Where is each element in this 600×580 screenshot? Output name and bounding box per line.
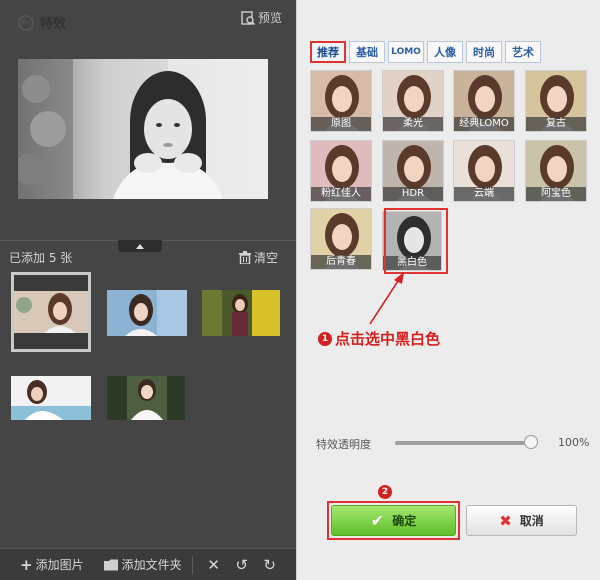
thumbnail-selected[interactable] [11,272,91,352]
effect-label: 复古 [526,117,586,131]
effect-label: 粉红佳人 [311,187,371,201]
opacity-value: 100% [558,436,590,449]
thumbnail[interactable] [107,290,187,336]
tab-portrait[interactable]: 人像 [427,41,463,63]
chevron-up-icon [136,243,144,249]
step-number-badge: 1 [318,331,332,346]
image-list-panel: 预览 已添加 5 张 清空 + 添加图片 添加文件夹 ✕ ↺ ↻ [0,0,296,580]
confirm-label: 确定 [392,514,417,528]
effect-label: 云端 [454,187,514,201]
annotation-arrow [369,272,404,325]
plus-icon: + [20,555,33,574]
preview-icon [241,10,255,25]
effect-thumbnail[interactable]: 云端 [453,140,515,202]
effect-thumbnail[interactable]: 经典LOMO [453,70,515,132]
opacity-slider[interactable] [395,435,538,449]
separator [191,555,193,574]
delete-icon[interactable]: ✕ [203,556,225,574]
bottom-toolbar: + 添加图片 添加文件夹 ✕ ↺ ↻ [0,548,296,580]
step-number-badge: 2 [378,485,392,499]
effect-label: HDR [383,187,443,201]
effect-label: 柔光 [383,117,443,131]
cancel-label: 取消 [519,514,544,528]
close-icon: ✖ [499,511,512,530]
preview-image [18,59,268,199]
preview-button[interactable]: 预览 [241,9,282,26]
effect-label: 原图 [311,117,371,131]
effect-category-tabs: 推荐 基础 LOMO 人像 时尚 艺术 [310,41,541,63]
tab-recommended[interactable]: 推荐 [310,41,346,63]
add-folder-label: 添加文件夹 [121,558,182,572]
checkmark-icon: ✔ [370,511,385,530]
effect-thumbnail[interactable]: 阿宝色 [525,140,587,202]
back-button[interactable]: ← 特效 [18,13,66,32]
trash-icon [238,251,251,264]
annotation-step-1: 1 点击选中黑白色 [318,328,440,349]
effect-label: 阿宝色 [526,187,586,201]
rotate-right-icon[interactable]: ↻ [259,556,281,574]
back-arrow-icon: ← [18,14,34,31]
annotation-text: 点击选中黑白色 [335,330,441,348]
folder-icon [103,559,118,570]
thumbnail[interactable] [107,376,185,420]
collapse-preview-toggle[interactable] [118,240,162,252]
clear-label: 清空 [253,251,278,265]
tab-art[interactable]: 艺术 [505,41,541,63]
rotate-left-icon[interactable]: ↺ [231,556,253,574]
add-image-label: 添加图片 [35,558,84,572]
effect-thumbnail[interactable]: HDR [382,140,444,202]
tab-basic[interactable]: 基础 [349,41,385,63]
opacity-label: 特效透明度 [316,438,371,451]
opacity-slider-fill [395,441,531,445]
confirm-button[interactable]: ✔ 确定 [331,505,456,536]
tab-lomo[interactable]: LOMO [388,41,424,63]
added-count-label: 已添加 5 张 [9,251,73,265]
effect-thumbnail[interactable]: 复古 [525,70,587,132]
effect-label: 后青春 [311,255,371,269]
annotation-step-2: 2 [378,485,392,499]
opacity-slider-handle[interactable] [523,435,538,449]
tab-fashion[interactable]: 时尚 [466,41,502,63]
thumbnail[interactable] [202,290,280,336]
clear-button[interactable]: 清空 [238,249,278,266]
selected-effect-highlight [384,208,448,274]
effect-label: 经典LOMO [454,117,514,131]
preview-label: 预览 [257,11,282,25]
cancel-button[interactable]: ✖ 取消 [466,505,577,536]
effect-thumbnail[interactable]: 柔光 [382,70,444,132]
thumbnail[interactable] [11,376,91,420]
add-folder-button[interactable]: 添加文件夹 [103,556,182,573]
add-image-button[interactable]: + 添加图片 [20,556,84,574]
effect-thumbnail[interactable]: 后青春 [310,208,372,270]
effect-thumbnail[interactable]: 原图 [310,70,372,132]
effect-thumbnail[interactable]: 粉红佳人 [310,140,372,202]
panel-title: 特效 [40,17,67,32]
